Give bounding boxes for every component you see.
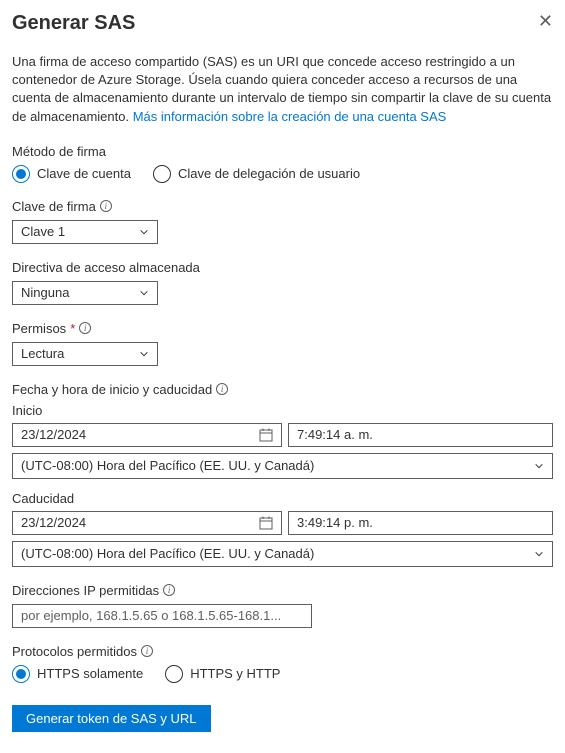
generate-button[interactable]: Generar token de SAS y URL <box>12 705 211 732</box>
close-icon[interactable]: ✕ <box>538 12 553 30</box>
description: Una firma de acceso compartido (SAS) es … <box>12 53 553 126</box>
radio-https-http[interactable]: HTTPS y HTTP <box>165 665 280 683</box>
radio-icon <box>165 665 183 683</box>
info-icon[interactable]: i <box>216 383 228 395</box>
expiry-tz-value: (UTC-08:00) Hora del Pacífico (EE. UU. y… <box>21 546 314 561</box>
calendar-icon <box>259 516 273 530</box>
start-tz-select[interactable]: (UTC-08:00) Hora del Pacífico (EE. UU. y… <box>12 453 553 479</box>
info-icon[interactable]: i <box>163 584 175 596</box>
chevron-down-icon <box>534 549 544 559</box>
start-time-value: 7:49:14 a. m. <box>297 427 373 442</box>
protocols-label: Protocolos permitidos <box>12 644 137 659</box>
chevron-down-icon <box>139 288 149 298</box>
radio-icon <box>153 165 171 183</box>
radio-icon <box>12 165 30 183</box>
signing-key-value: Clave 1 <box>21 224 65 239</box>
start-label: Inicio <box>12 403 553 418</box>
stored-policy-label: Directiva de acceso almacenada <box>12 260 553 275</box>
learn-more-link[interactable]: Más información sobre la creación de una… <box>133 109 447 124</box>
radio-user-delegation[interactable]: Clave de delegación de usuario <box>153 165 360 183</box>
datetime-header: Fecha y hora de inicio y caducidad <box>12 382 212 397</box>
radio-icon <box>12 665 30 683</box>
signing-key-label: Clave de firma <box>12 199 96 214</box>
info-icon[interactable]: i <box>141 645 153 657</box>
chevron-down-icon <box>139 349 149 359</box>
stored-policy-select[interactable]: Ninguna <box>12 281 158 305</box>
info-icon[interactable]: i <box>100 200 112 212</box>
radio-account-key[interactable]: Clave de cuenta <box>12 165 131 183</box>
radio-label: Clave de cuenta <box>37 166 131 181</box>
expiry-date-value: 23/12/2024 <box>21 515 86 530</box>
chevron-down-icon <box>139 227 149 237</box>
start-date-input[interactable]: 23/12/2024 <box>12 423 282 447</box>
expiry-label: Caducidad <box>12 491 553 506</box>
chevron-down-icon <box>534 461 544 471</box>
required-asterisk: * <box>70 321 75 336</box>
radio-https-only[interactable]: HTTPS solamente <box>12 665 143 683</box>
expiry-time-value: 3:49:14 p. m. <box>297 515 373 530</box>
stored-policy-value: Ninguna <box>21 285 69 300</box>
expiry-date-input[interactable]: 23/12/2024 <box>12 511 282 535</box>
start-date-value: 23/12/2024 <box>21 427 86 442</box>
start-time-input[interactable]: 7:49:14 a. m. <box>288 423 553 447</box>
allowed-ip-label: Direcciones IP permitidas <box>12 583 159 598</box>
allowed-ip-input[interactable] <box>12 604 312 628</box>
expiry-tz-select[interactable]: (UTC-08:00) Hora del Pacífico (EE. UU. y… <box>12 541 553 567</box>
info-icon[interactable]: i <box>79 322 91 334</box>
start-tz-value: (UTC-08:00) Hora del Pacífico (EE. UU. y… <box>21 458 314 473</box>
permissions-label: Permisos <box>12 321 66 336</box>
calendar-icon <box>259 428 273 442</box>
page-title: Generar SAS <box>12 12 135 35</box>
radio-label: Clave de delegación de usuario <box>178 166 360 181</box>
permissions-value: Lectura <box>21 346 64 361</box>
signing-method-label: Método de firma <box>12 144 553 159</box>
radio-label: HTTPS solamente <box>37 666 143 681</box>
permissions-select[interactable]: Lectura <box>12 342 158 366</box>
signing-key-select[interactable]: Clave 1 <box>12 220 158 244</box>
expiry-time-input[interactable]: 3:49:14 p. m. <box>288 511 553 535</box>
radio-label: HTTPS y HTTP <box>190 666 280 681</box>
